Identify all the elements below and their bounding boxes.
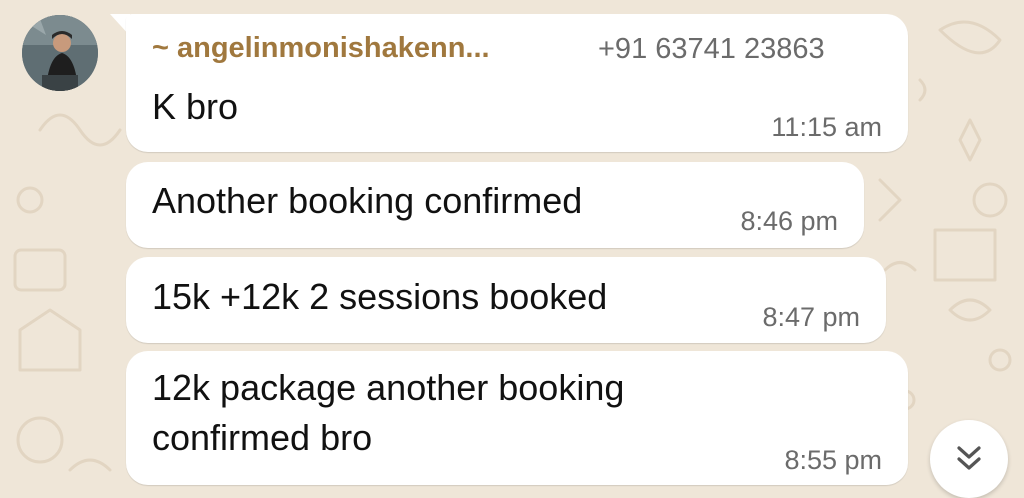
message-bubble[interactable]: 12k package another booking confirmed br… [126, 351, 908, 485]
sender-phone: +91 63741 23863 [598, 33, 825, 65]
message-text-line-1: 12k package another booking [152, 367, 625, 408]
message-time: 8:47 pm [762, 302, 860, 332]
message-bubble[interactable]: ~ angelinmonishakenn... +91 63741 23863 … [126, 14, 908, 152]
message-time: 11:15 am [771, 112, 882, 142]
double-chevron-down-icon [957, 446, 981, 470]
message-text: Another booking confirmed [152, 180, 583, 221]
scroll-to-bottom-button[interactable] [930, 420, 1008, 498]
message-bubble[interactable]: 15k +12k 2 sessions booked 8:47 pm [126, 257, 886, 343]
sender-name[interactable]: ~ angelinmonishakenn... [152, 32, 490, 65]
message-text: 15k +12k 2 sessions booked [152, 276, 608, 317]
message-bubble[interactable]: Another booking confirmed 8:46 pm [126, 162, 864, 248]
message-time: 8:46 pm [740, 206, 838, 236]
avatar-image [22, 15, 98, 91]
sender-avatar[interactable] [22, 15, 98, 91]
message-text: K bro [152, 86, 239, 127]
message-time: 8:55 pm [784, 445, 882, 475]
message-text-line-2: confirmed bro [152, 417, 373, 458]
